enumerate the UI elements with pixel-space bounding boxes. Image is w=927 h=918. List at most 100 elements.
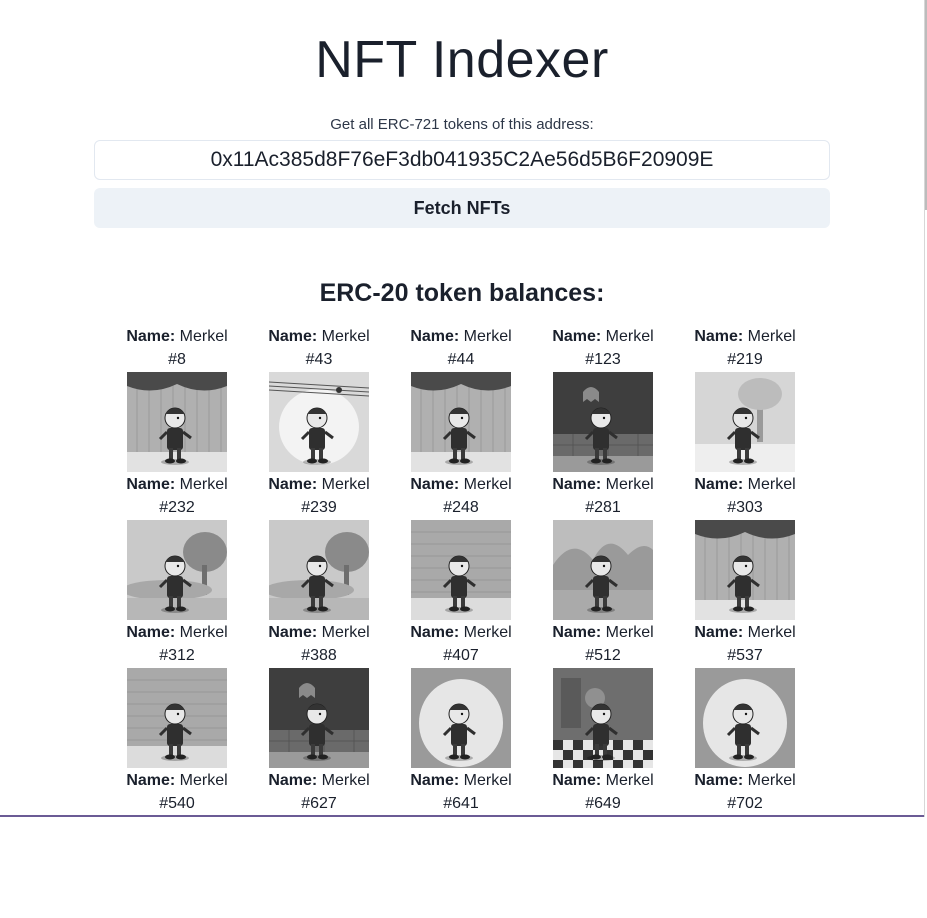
nft-card: Name: Merkel #627 (248, 770, 390, 918)
nft-name-value: Merkel (463, 624, 512, 641)
nft-image (269, 372, 369, 472)
nft-name: Name: Merkel (410, 326, 511, 348)
nft-name: Name: Merkel (126, 770, 227, 792)
nft-card: Name: Merkel #540 (106, 770, 248, 918)
nft-card: Name: Merkel #239 (248, 474, 390, 622)
nft-image (553, 520, 653, 620)
nft-grid: Name: Merkel #8 Name: Merkel #43 Name: Merke… (106, 326, 818, 918)
nft-token-id: #43 (305, 351, 333, 368)
nft-token-id: #219 (727, 351, 763, 368)
nft-name-value: Merkel (463, 772, 512, 789)
nft-image (127, 372, 227, 472)
nft-name-value: Merkel (179, 624, 228, 641)
nft-token-id: #312 (159, 647, 195, 664)
nft-name: Name: Merkel (552, 622, 653, 644)
nft-image (695, 668, 795, 768)
nft-name-value: Merkel (605, 772, 654, 789)
nft-name-label: Name: (410, 624, 460, 641)
nft-image (411, 520, 511, 620)
nft-token-id: #702 (727, 795, 763, 812)
address-input[interactable] (94, 140, 830, 180)
nft-token-id: #649 (585, 795, 621, 812)
nft-name: Name: Merkel (126, 622, 227, 644)
nft-token-id: #123 (585, 351, 621, 368)
nft-card: Name: Merkel #407 (390, 622, 532, 770)
nft-name-value: Merkel (463, 328, 512, 345)
nft-name-label: Name: (268, 328, 318, 345)
nft-name: Name: Merkel (268, 770, 369, 792)
nft-card: Name: Merkel #512 (532, 622, 674, 770)
nft-name: Name: Merkel (126, 326, 227, 348)
nft-name: Name: Merkel (694, 474, 795, 496)
nft-token-id: #239 (301, 499, 337, 516)
page-title: NFT Indexer (315, 31, 609, 89)
nft-name-label: Name: (694, 328, 744, 345)
nft-name-value: Merkel (605, 328, 654, 345)
nft-name-value: Merkel (321, 328, 370, 345)
nft-card: Name: Merkel #8 (106, 326, 248, 474)
nft-name-value: Merkel (179, 772, 228, 789)
nft-token-id: #232 (159, 499, 195, 516)
nft-image (127, 668, 227, 768)
nft-name-value: Merkel (321, 476, 370, 493)
nft-token-id: #627 (301, 795, 337, 812)
nft-name-label: Name: (126, 772, 176, 789)
nft-token-id: #303 (727, 499, 763, 516)
nft-image (553, 372, 653, 472)
nft-card: Name: Merkel #641 (390, 770, 532, 918)
nft-card: Name: Merkel #123 (532, 326, 674, 474)
nft-image (269, 668, 369, 768)
nft-name: Name: Merkel (268, 326, 369, 348)
nft-name-value: Merkel (605, 476, 654, 493)
nft-card: Name: Merkel #281 (532, 474, 674, 622)
nft-name: Name: Merkel (410, 474, 511, 496)
nft-token-id: #540 (159, 795, 195, 812)
nft-name-value: Merkel (321, 772, 370, 789)
nft-name-label: Name: (268, 772, 318, 789)
nft-name-label: Name: (410, 476, 460, 493)
address-prompt: Get all ERC-721 tokens of this address: (330, 116, 594, 133)
nft-name-value: Merkel (463, 476, 512, 493)
nft-token-id: #281 (585, 499, 621, 516)
nft-image (269, 520, 369, 620)
nft-name-label: Name: (694, 772, 744, 789)
nft-name: Name: Merkel (694, 326, 795, 348)
nft-name-value: Merkel (747, 772, 796, 789)
nft-name-label: Name: (552, 476, 602, 493)
nft-name-label: Name: (126, 476, 176, 493)
nft-token-id: #512 (585, 647, 621, 664)
nft-card: Name: Merkel #388 (248, 622, 390, 770)
nft-name-label: Name: (126, 624, 176, 641)
nft-token-id: #388 (301, 647, 337, 664)
nft-card: Name: Merkel #537 (674, 622, 816, 770)
nft-name: Name: Merkel (268, 622, 369, 644)
fetch-nfts-button[interactable]: Fetch NFTs (94, 188, 830, 228)
nft-name: Name: Merkel (552, 326, 653, 348)
nft-name-label: Name: (126, 328, 176, 345)
nft-token-id: #641 (443, 795, 479, 812)
section-title: ERC-20 token balances: (319, 279, 605, 307)
nft-name: Name: Merkel (268, 474, 369, 496)
nft-token-id: #248 (443, 499, 479, 516)
nft-name-label: Name: (552, 624, 602, 641)
nft-name-label: Name: (552, 328, 602, 345)
nft-image (127, 520, 227, 620)
nft-name-label: Name: (268, 476, 318, 493)
nft-name-value: Merkel (321, 624, 370, 641)
nft-card: Name: Merkel #649 (532, 770, 674, 918)
nft-name-label: Name: (410, 772, 460, 789)
nft-name-value: Merkel (179, 476, 228, 493)
nft-image (411, 372, 511, 472)
nft-card: Name: Merkel #44 (390, 326, 532, 474)
nft-name: Name: Merkel (552, 474, 653, 496)
nft-card: Name: Merkel #219 (674, 326, 816, 474)
nft-image (411, 668, 511, 768)
nft-name-label: Name: (268, 624, 318, 641)
nft-card: Name: Merkel #312 (106, 622, 248, 770)
nft-image (695, 372, 795, 472)
nft-name-label: Name: (552, 772, 602, 789)
nft-token-id: #537 (727, 647, 763, 664)
nft-image (553, 668, 653, 768)
nft-image (695, 520, 795, 620)
nft-card: Name: Merkel #232 (106, 474, 248, 622)
